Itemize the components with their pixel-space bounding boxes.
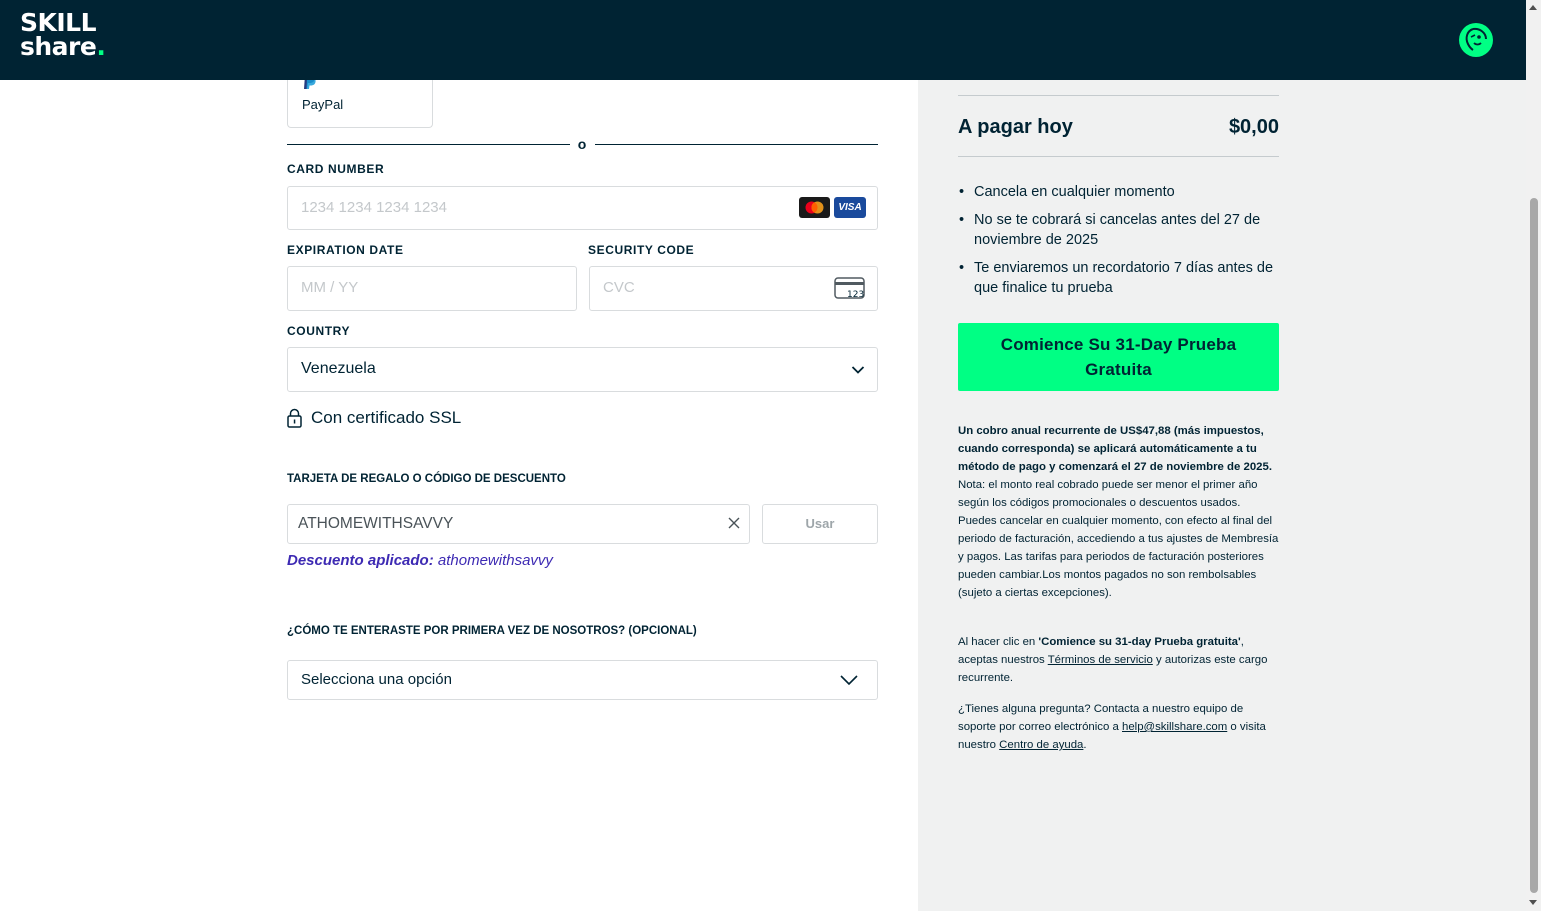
lock-icon xyxy=(287,408,302,428)
divider-or-text: o xyxy=(577,136,587,152)
chevron-down-icon xyxy=(851,366,865,374)
scroll-up-arrow-icon[interactable] xyxy=(1529,5,1537,10)
discount-applied-code: athomewithsavvy xyxy=(437,552,553,569)
benefits-list: Cancela en cualquier momento No se te co… xyxy=(958,182,1279,306)
ssl-text: Con certificado SSL xyxy=(311,408,462,427)
support-email-link[interactable]: help@skillshare.com xyxy=(1122,721,1227,733)
referral-select[interactable]: Selecciona una opción xyxy=(287,660,878,700)
promo-input[interactable]: ATHOMEWITHSAVVY xyxy=(287,504,750,544)
card-number-input[interactable]: 1234 1234 1234 1234 VISA xyxy=(287,186,878,230)
security-code-placeholder: CVC xyxy=(603,279,635,296)
help-center-link[interactable]: Centro de ayuda xyxy=(999,739,1083,751)
expiration-label: EXPIRATION DATE xyxy=(287,243,404,257)
promo-value: ATHOMEWITHSAVVY xyxy=(298,515,454,532)
expiration-placeholder: MM / YY xyxy=(301,279,359,296)
skillshare-logo[interactable]: SKILL share. xyxy=(20,10,106,61)
promo-label: TARJETA DE REGALO O CÓDIGO DE DESCUENTO xyxy=(287,473,566,485)
country-value: Venezuela xyxy=(301,360,376,377)
apply-code-button[interactable]: Usar xyxy=(762,504,878,544)
country-label: COUNTRY xyxy=(287,324,351,338)
summary-divider xyxy=(958,156,1279,157)
total-label: A pagar hoy xyxy=(958,116,1073,138)
scroll-thumb[interactable] xyxy=(1530,198,1538,893)
visa-icon: VISA xyxy=(834,197,866,218)
cvc-card-icon: 123 xyxy=(834,277,865,300)
total-value: $0,00 xyxy=(1228,116,1279,138)
terms-of-service-link[interactable]: Términos de servicio xyxy=(1048,654,1153,666)
start-trial-button[interactable]: Comience Su 31-Day Prueba Gratuita xyxy=(958,323,1279,391)
paypal-label: PayPal xyxy=(302,97,344,112)
legal-billing-text: Un cobro anual recurrente de US$47,88 (m… xyxy=(958,422,1280,602)
discount-applied-prefix: Descuento aplicado: xyxy=(287,552,434,569)
card-number-label: CARD NUMBER xyxy=(287,162,385,176)
chevron-down-icon xyxy=(840,675,858,686)
logo-line2: share. xyxy=(20,32,106,61)
expiration-input[interactable]: MM / YY xyxy=(287,266,577,311)
mastercard-icon xyxy=(799,197,830,218)
legal-billing-bold: Un cobro anual recurrente de US$47,88 (m… xyxy=(958,425,1272,473)
list-item: Cancela en cualquier momento xyxy=(958,182,1279,202)
discount-applied-text: Descuento aplicado: athomewithsavvy xyxy=(287,552,553,569)
legal-terms-text: Al hacer clic en 'Comience su 31-day Pru… xyxy=(958,636,1268,684)
svg-text:123: 123 xyxy=(847,290,864,300)
legal-billing-note: Nota: el monto real cobrado puede ser me… xyxy=(958,479,1279,599)
page-scrollbar[interactable] xyxy=(1526,0,1541,911)
list-item: No se te cobrará si cancelas antes del 2… xyxy=(958,210,1279,250)
security-code-input[interactable]: CVC 123 xyxy=(589,266,878,311)
referral-label: ¿CÓMO TE ENTERASTE POR PRIMERA VEZ DE NO… xyxy=(287,625,697,637)
divider-right xyxy=(595,144,878,145)
country-select[interactable]: Venezuela xyxy=(287,347,878,392)
summary-top-divider xyxy=(958,95,1279,96)
card-number-placeholder: 1234 1234 1234 1234 xyxy=(301,199,447,216)
avatar[interactable] xyxy=(1459,23,1493,57)
clear-icon[interactable] xyxy=(726,515,742,531)
list-item: Te enviaremos un recordatorio 7 días ant… xyxy=(958,258,1279,298)
security-code-label: SECURITY CODE xyxy=(588,243,695,257)
referral-value: Selecciona una opción xyxy=(301,671,452,688)
top-header: SKILL share. xyxy=(0,0,1526,80)
user-face-icon xyxy=(1465,27,1487,51)
divider-left xyxy=(287,144,570,145)
scroll-down-arrow-icon[interactable] xyxy=(1529,900,1537,905)
legal-support-text: ¿Tienes alguna pregunta? Contacta a nues… xyxy=(958,703,1266,751)
